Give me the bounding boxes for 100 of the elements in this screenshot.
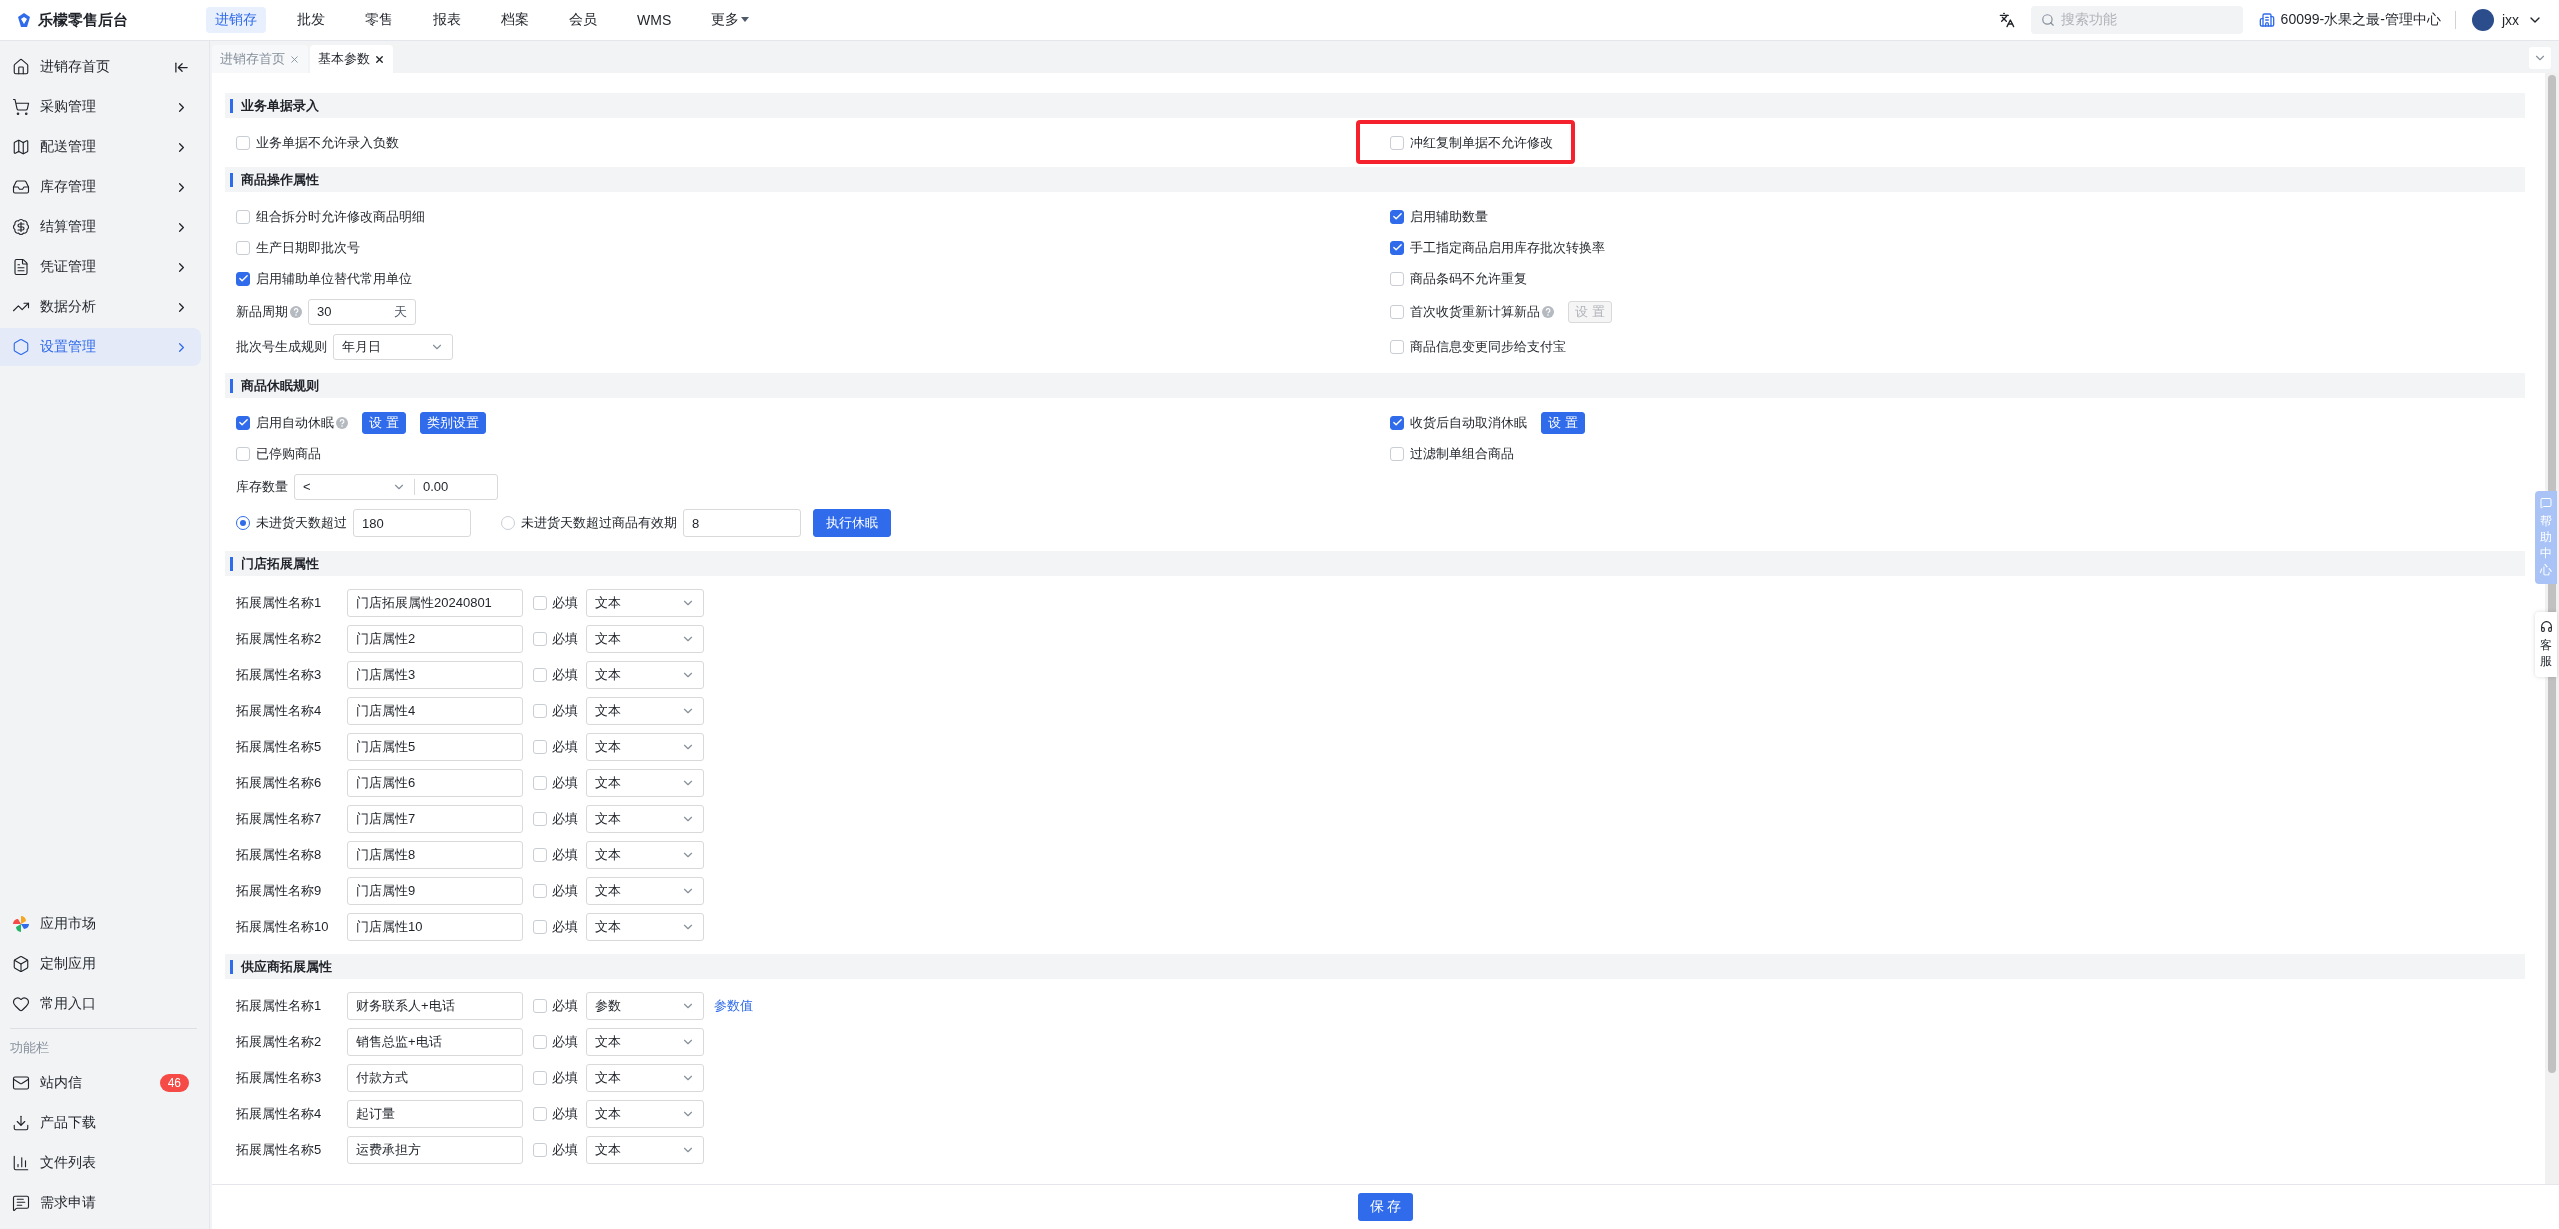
input-field[interactable]: 销售总监+电话 bbox=[347, 1028, 523, 1056]
settings-button[interactable]: 设 置 bbox=[362, 411, 406, 434]
check-icon bbox=[1391, 211, 1403, 222]
nav-tab[interactable]: 零售 bbox=[356, 7, 402, 33]
dropdown[interactable]: 文本 bbox=[586, 661, 704, 689]
dropdown[interactable]: 文本 bbox=[586, 877, 704, 905]
input-field[interactable]: 门店属性8 bbox=[347, 841, 523, 869]
headset-icon bbox=[2539, 619, 2553, 633]
input-field[interactable]: 门店属性4 bbox=[347, 697, 523, 725]
cart-icon bbox=[12, 98, 30, 116]
nav-tab[interactable]: 报表 bbox=[424, 7, 470, 33]
run-button[interactable]: 执行休眠 bbox=[813, 509, 891, 537]
option-label: 必填 bbox=[552, 774, 578, 792]
dropdown[interactable]: 文本 bbox=[586, 625, 704, 653]
sidebar-item[interactable]: 站内信 46 bbox=[0, 1064, 201, 1102]
checkbox[interactable] bbox=[236, 271, 250, 286]
dropdown[interactable]: 文本 bbox=[586, 1136, 704, 1164]
dropdown[interactable]: 文本 bbox=[586, 841, 704, 869]
checkbox[interactable] bbox=[1390, 240, 1404, 255]
sidebar-item[interactable]: 需求申请 bbox=[0, 1184, 201, 1222]
option-label: 必填 bbox=[552, 1033, 578, 1051]
dropdown[interactable]: 文本 bbox=[586, 589, 704, 617]
option-label: 必填 bbox=[552, 738, 578, 756]
dropdown[interactable]: 文本 bbox=[586, 805, 704, 833]
field-label: 拓展属性名称5 bbox=[236, 738, 323, 756]
sidebar-item[interactable]: 文件列表 bbox=[0, 1144, 201, 1182]
building-icon bbox=[2258, 12, 2275, 28]
nav-tab[interactable]: 会员 bbox=[560, 7, 606, 33]
input-field[interactable]: 180 bbox=[353, 509, 471, 537]
dropdown[interactable]: 文本 bbox=[586, 1100, 704, 1128]
input-field[interactable]: 门店属性2 bbox=[347, 625, 523, 653]
organization-selector[interactable]: 60099-水果之最-管理中心 bbox=[2258, 11, 2456, 29]
input-field[interactable]: 运费承担方 bbox=[347, 1136, 523, 1164]
translate-icon[interactable] bbox=[1998, 12, 2015, 28]
input-field[interactable]: 30 天 bbox=[308, 298, 416, 325]
dropdown[interactable]: 文本 bbox=[586, 913, 704, 941]
sidebar-item[interactable]: 配送管理 bbox=[0, 128, 201, 166]
input-field[interactable]: 门店属性7 bbox=[347, 805, 523, 833]
sidebar-item[interactable]: 进销存首页 bbox=[0, 48, 201, 86]
expand-button[interactable] bbox=[2529, 47, 2551, 69]
save-button[interactable]: 保 存 bbox=[1357, 1193, 1414, 1221]
sidebar-item[interactable]: 采购管理 bbox=[0, 88, 201, 126]
field-label: 拓展属性名称9 bbox=[236, 882, 323, 900]
customer-service-tab[interactable]: 客服 bbox=[2535, 611, 2557, 678]
sidebar-item[interactable]: 定制应用 bbox=[0, 945, 201, 983]
field-label: 拓展属性名称4 bbox=[236, 1105, 323, 1123]
dropdown[interactable]: 文本 bbox=[586, 1064, 704, 1092]
checkbox[interactable] bbox=[1390, 415, 1404, 430]
field-label: 拓展属性名称10 bbox=[236, 918, 330, 936]
input-field[interactable]: 起订量 bbox=[347, 1100, 523, 1128]
nav-tab[interactable]: 进销存 bbox=[206, 7, 266, 33]
sidebar-item[interactable]: 凭证管理 bbox=[0, 248, 201, 286]
checkbox[interactable] bbox=[236, 415, 250, 430]
input-field[interactable]: 门店属性9 bbox=[347, 877, 523, 905]
option-label: 组合拆分时允许修改商品明细 bbox=[256, 207, 425, 226]
nav-tab[interactable]: WMS bbox=[628, 7, 681, 33]
page-tab[interactable]: 基本参数 bbox=[310, 45, 393, 73]
sidebar-item[interactable]: 产品下载 bbox=[0, 1104, 201, 1142]
heart-icon bbox=[12, 995, 30, 1013]
input-field[interactable]: 付款方式 bbox=[347, 1064, 523, 1092]
user-menu[interactable]: jxx bbox=[2471, 9, 2543, 31]
input-field[interactable]: 门店属性6 bbox=[347, 769, 523, 797]
input-field[interactable]: 门店属性3 bbox=[347, 661, 523, 689]
option-label: 必填 bbox=[552, 997, 578, 1015]
compare-field[interactable]: < 0.00 bbox=[294, 473, 498, 500]
option-label: 生产日期即批次号 bbox=[256, 238, 360, 257]
field-label: 拓展属性名称7 bbox=[236, 810, 323, 828]
dropdown[interactable]: 年月日 bbox=[333, 333, 453, 360]
dropdown[interactable]: 文本 bbox=[586, 697, 704, 725]
input-field[interactable]: 门店属性10 bbox=[347, 913, 523, 941]
field-label: 拓展属性名称1 bbox=[236, 594, 323, 612]
checkbox[interactable] bbox=[1390, 209, 1404, 224]
option-label: 过滤制单组合商品 bbox=[1410, 444, 1514, 463]
nav-tab[interactable]: 档案 bbox=[492, 7, 538, 33]
dropdown[interactable]: 文本 bbox=[586, 733, 704, 761]
option-label: 业务单据不允许录入负数 bbox=[256, 133, 399, 152]
sidebar-item[interactable]: 库存管理 bbox=[0, 168, 201, 206]
dropdown[interactable]: 文本 bbox=[586, 769, 704, 797]
link[interactable]: 参数值 bbox=[714, 997, 753, 1015]
map-icon bbox=[12, 138, 30, 156]
input-field[interactable]: 8 bbox=[683, 509, 801, 537]
dropdown[interactable]: 参数 bbox=[586, 992, 704, 1020]
pinwheel-icon[interactable] bbox=[12, 915, 30, 933]
input-field[interactable]: 门店属性5 bbox=[347, 733, 523, 761]
sidebar-item[interactable]: 常用入口 bbox=[0, 985, 201, 1023]
dropdown[interactable]: 文本 bbox=[586, 1028, 704, 1056]
input-field[interactable]: 财务联系人+电话 bbox=[347, 992, 523, 1020]
nav-tab[interactable]: 更多 bbox=[702, 7, 759, 33]
option-label: 未进货天数超过 bbox=[256, 514, 347, 532]
download-icon bbox=[12, 1114, 30, 1132]
input-field[interactable]: 门店拓展属性20240801 bbox=[347, 589, 523, 617]
section-title: 商品休眠规则 bbox=[241, 376, 319, 395]
close-icon[interactable] bbox=[374, 53, 385, 65]
settings-button[interactable]: 设 置 bbox=[1541, 411, 1585, 434]
sidebar-item[interactable]: 设置管理 bbox=[0, 328, 201, 366]
sidebar-item[interactable]: 应用市场 bbox=[0, 905, 201, 943]
settings-button[interactable]: 类别设置 bbox=[419, 411, 486, 434]
nav-tab[interactable]: 批发 bbox=[288, 7, 334, 33]
sidebar-item[interactable]: 结算管理 bbox=[0, 208, 201, 246]
sidebar-item[interactable]: 数据分析 bbox=[0, 288, 201, 326]
